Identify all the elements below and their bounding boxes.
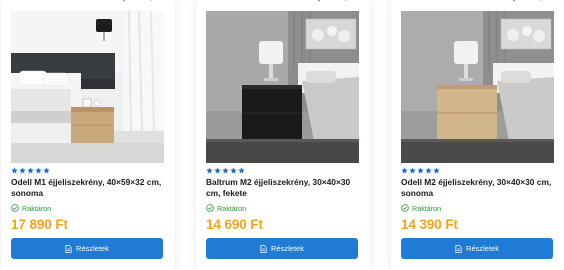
stock-label: Raktáron	[217, 203, 247, 213]
star-icon	[417, 167, 424, 174]
star-icon	[238, 167, 245, 174]
details-button-label: Részletek	[271, 244, 304, 253]
product-image[interactable]	[206, 11, 359, 163]
product-image[interactable]	[11, 11, 164, 163]
rating-stars	[11, 167, 50, 175]
star-icon	[433, 167, 440, 174]
details-button[interactable]: Részletek	[401, 238, 553, 259]
details-button-label: Részletek	[76, 244, 109, 253]
product-card[interactable]: ⇄ ♡	[196, 0, 370, 270]
rating-stars	[206, 167, 245, 175]
product-image[interactable]	[401, 11, 554, 163]
stock-label: Raktáron	[22, 203, 52, 213]
document-icon	[65, 244, 72, 253]
document-icon	[260, 244, 267, 253]
star-icon	[425, 167, 432, 174]
card-actions: ⇄ ♡	[309, 0, 359, 4]
stock-status: Raktáron	[401, 203, 441, 213]
check-circle-icon	[11, 204, 19, 212]
star-icon	[222, 167, 229, 174]
card-actions: ⇄ ♡	[114, 0, 164, 4]
stock-label: Raktáron	[412, 203, 442, 213]
star-icon	[409, 167, 416, 174]
star-icon	[19, 167, 26, 174]
product-title[interactable]: Odell M2 éjjeliszekrény, 30×40×30 cm, so…	[401, 177, 559, 198]
product-price: 14 390 Ft	[401, 217, 458, 232]
product-price: 14 690 Ft	[206, 217, 263, 232]
heart-icon[interactable]: ♡	[146, 0, 156, 4]
compare-arrows-icon[interactable]: ⇄	[512, 0, 522, 4]
heart-icon[interactable]: ♡	[341, 0, 351, 4]
card-actions: ⇄ ♡	[504, 0, 554, 4]
details-button[interactable]: Részletek	[11, 238, 163, 259]
document-icon	[455, 244, 462, 253]
stock-status: Raktáron	[206, 203, 246, 213]
product-title[interactable]: Baltrum M2 éjjeliszekrény, 30×40×30 cm, …	[206, 177, 364, 198]
star-icon	[27, 167, 34, 174]
product-price: 17 890 Ft	[11, 217, 68, 232]
product-title[interactable]: Odell M1 éjjeliszekrény, 40×59×32 cm, so…	[11, 177, 169, 198]
star-icon	[11, 167, 18, 174]
check-circle-icon	[401, 204, 409, 212]
stock-status: Raktáron	[11, 203, 51, 213]
details-button-label: Részletek	[466, 244, 499, 253]
heart-icon[interactable]: ♡	[536, 0, 546, 4]
star-icon	[401, 167, 408, 174]
star-icon	[43, 167, 50, 174]
star-icon	[214, 167, 221, 174]
check-circle-icon	[206, 204, 214, 212]
star-icon	[35, 167, 42, 174]
details-button[interactable]: Részletek	[206, 238, 358, 259]
star-icon	[230, 167, 237, 174]
product-card[interactable]: ⇄ ♡	[1, 0, 175, 270]
compare-arrows-icon[interactable]: ⇄	[317, 0, 327, 4]
compare-arrows-icon[interactable]: ⇄	[122, 0, 132, 4]
rating-stars	[401, 167, 440, 175]
product-card[interactable]: ⇄ ♡	[391, 0, 564, 270]
star-icon	[206, 167, 213, 174]
